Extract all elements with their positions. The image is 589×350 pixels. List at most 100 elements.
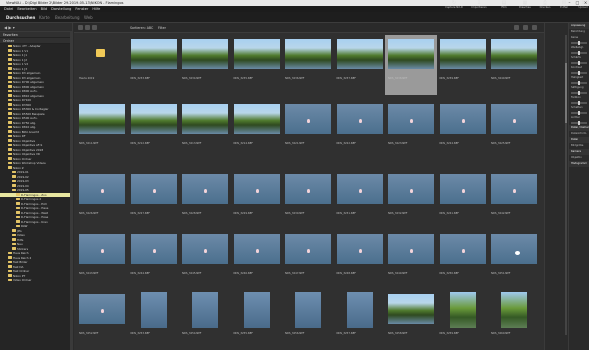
thumbnail-cell[interactable]: NDS_3239.NEF [437, 35, 489, 95]
thumbnail-cell[interactable]: NDS_3222.NEF [334, 100, 386, 160]
adjust-slider[interactable] [571, 51, 587, 55]
thumbnail-cell[interactable]: NDS_3258.NEF [385, 290, 437, 350]
file-name: NDS_3255.NEF [233, 332, 253, 335]
adjust-slider[interactable] [571, 81, 587, 85]
adjust-slider[interactable] [571, 121, 587, 125]
panel-header[interactable]: Histogramm [569, 161, 589, 167]
toolbar-button[interactable]: ↻ Capture NX-D [443, 0, 465, 11]
thumbnail-cell[interactable]: NDS_3212.NEF [128, 100, 180, 160]
menu-item[interactable]: Datei [4, 7, 13, 11]
thumbnail-cell[interactable]: NDS_3211.NEF [76, 100, 128, 160]
tab-edit[interactable]: Bearbeitung [52, 14, 83, 21]
tree-item-label: Nikon D810 allg. [13, 125, 37, 129]
thumbnail-cell[interactable]: NDS_3233.NEF [128, 35, 180, 95]
rotate-icon[interactable] [514, 25, 519, 30]
info-icon[interactable] [523, 25, 528, 30]
file-name: NDS_3240.NEF [491, 77, 511, 80]
thumbnail-cell[interactable]: NDS_3223.NEF [385, 100, 437, 160]
photo-thumbnail [388, 294, 434, 324]
thumbnail-cell[interactable]: NDS_3260.NEF [488, 290, 540, 350]
thumbnail-cell[interactable]: NDS_3246.NEF [231, 230, 283, 290]
thumbnail-cell[interactable]: NDS_3221.NEF [282, 100, 334, 160]
thumbnail-cell[interactable]: NDS_3242.NEF [488, 170, 540, 230]
zoom-icon[interactable] [532, 25, 537, 30]
thumbnail-cell[interactable]: NDS_3245.NEF [179, 230, 231, 290]
thumbnail-cell[interactable]: NDS_3240.NEF [488, 35, 540, 95]
tab-browse[interactable]: Durchsuchen [3, 14, 38, 21]
file-name: NDS_3223.NEF [388, 142, 408, 145]
thumbnail-cell[interactable]: NDS_3237.NEF [334, 35, 386, 95]
thumbnail-cell[interactable]: NDS_3244.NEF [128, 230, 180, 290]
tree-item[interactable]: Video Ordner [0, 278, 72, 283]
tree-item-label: Nikon D750 allg. [13, 120, 37, 125]
grid-view-icon[interactable] [78, 25, 83, 30]
thumbnail-cell[interactable]: Heute 2019 [76, 35, 128, 95]
adjust-slider[interactable] [571, 71, 587, 75]
thumbnail-cell[interactable]: NDS_3254.NEF [179, 290, 231, 350]
file-name: NDS_3233.NEF [130, 77, 150, 80]
list-view-icon[interactable] [85, 25, 90, 30]
thumbnail-cell[interactable]: NDS_3241.NEF [437, 170, 489, 230]
nav-bar[interactable]: ◀ ▶ ▾ [0, 23, 72, 32]
tree-item-label: Nikon D810 allgemein [13, 93, 44, 98]
thumbnail-cell[interactable]: NDS_3229.NEF [231, 170, 283, 230]
thumbnail-cell[interactable]: NDS_3256.NEF [282, 290, 334, 350]
adjust-slider[interactable] [571, 111, 587, 115]
photo-thumbnail [336, 39, 383, 69]
thumbnail-cell[interactable]: NDS_3224.NEF [437, 100, 489, 160]
thumbnail-cell[interactable]: NDS_3249.NEF [385, 230, 437, 290]
adjust-slider[interactable] [571, 91, 587, 95]
thumbnail-cell[interactable]: NDS_3227.NEF [128, 170, 180, 230]
thumbnail-cell[interactable]: NDS_3251.NEF [488, 230, 540, 290]
thumbnail-cell[interactable]: NDS_3255.NEF [231, 290, 283, 350]
flamingo-icon [101, 189, 104, 193]
thumbnail-cell[interactable]: NDS_3259.NEF [437, 290, 489, 350]
thumbnail-cell[interactable]: NDS_3247.NEF [282, 230, 334, 290]
photo-thumbnail [285, 174, 331, 204]
file-name: NDS_3260.NEF [491, 332, 511, 335]
tree-item-label: Nikon D3 allgemein [13, 71, 41, 75]
toolbar-button[interactable]: ⇩ Importieren [468, 0, 490, 11]
thumbnail-cell[interactable]: NDS_3257.NEF [334, 290, 386, 350]
file-name: NDS_3256.NEF [285, 332, 305, 335]
menu-item[interactable]: Hilfe [92, 7, 100, 11]
adjust-slider[interactable] [571, 61, 587, 65]
left-scrollbar[interactable] [70, 32, 72, 350]
thumbnail-cell[interactable]: NDS_3238.NEF [385, 35, 437, 95]
sort-dropdown[interactable]: Sortieren: ABC [130, 23, 153, 33]
thumbnail-cell[interactable]: NDS_3231.NEF [334, 170, 386, 230]
tab-map[interactable]: Karte [36, 14, 53, 21]
tab-web[interactable]: Web [81, 14, 96, 21]
menu-item[interactable]: Darstellung [51, 7, 71, 11]
menu-item[interactable]: Bild [41, 7, 48, 11]
thumbnail-cell[interactable]: NDS_3243.NEF [76, 230, 128, 290]
thumbnail-cell[interactable]: NDS_3232.NEF [385, 170, 437, 230]
thumbnail-cell[interactable]: NDS_3214.NEF [231, 100, 283, 160]
thumbnail-cell[interactable]: NDS_3230.NEF [282, 170, 334, 230]
filmstrip-icon[interactable] [92, 25, 97, 30]
scroll-thumb[interactable] [565, 63, 567, 123]
folder-icon [8, 161, 12, 165]
thumbnail-cell[interactable]: NDS_3213.NEF [179, 100, 231, 160]
filter-dropdown[interactable]: Filter [158, 23, 166, 33]
thumbnail-cell[interactable]: NDS_3225.NEF [488, 100, 540, 160]
thumbnail-cell[interactable]: NDS_3253.NEF [128, 290, 180, 350]
toolbar-button[interactable]: ▤ Film [493, 0, 515, 11]
thumbnail-cell[interactable]: NDS_3235.NEF [231, 35, 283, 95]
flamingo-icon [358, 119, 362, 123]
thumbnail-cell[interactable]: NDS_3248.NEF [334, 230, 386, 290]
thumbnail-cell[interactable]: NDS_3250.NEF [437, 230, 489, 290]
menu-item[interactable]: Bearbeiten [17, 7, 36, 11]
file-name: NDS_3252.NEF [79, 332, 99, 335]
adjust-slider[interactable] [571, 101, 587, 105]
thumbnail-cell[interactable]: NDS_3226.NEF [76, 170, 128, 230]
menu-item[interactable]: Fenster [75, 7, 88, 11]
toolbar-button[interactable]: ▦ Diaschau [514, 0, 536, 11]
thumbnail-cell[interactable]: NDS_3234.NEF [179, 35, 231, 95]
adjust-slider[interactable] [571, 41, 587, 45]
toolbar-button[interactable]: ⇧ Upload [572, 0, 589, 11]
thumbnail-cell[interactable]: NDS_3252.NEF [76, 290, 128, 350]
thumbnail-cell[interactable]: NDS_3228.NEF [179, 170, 231, 230]
photo-thumbnail [285, 234, 331, 264]
thumbnail-cell[interactable]: NDS_3236.NEF [282, 35, 334, 95]
